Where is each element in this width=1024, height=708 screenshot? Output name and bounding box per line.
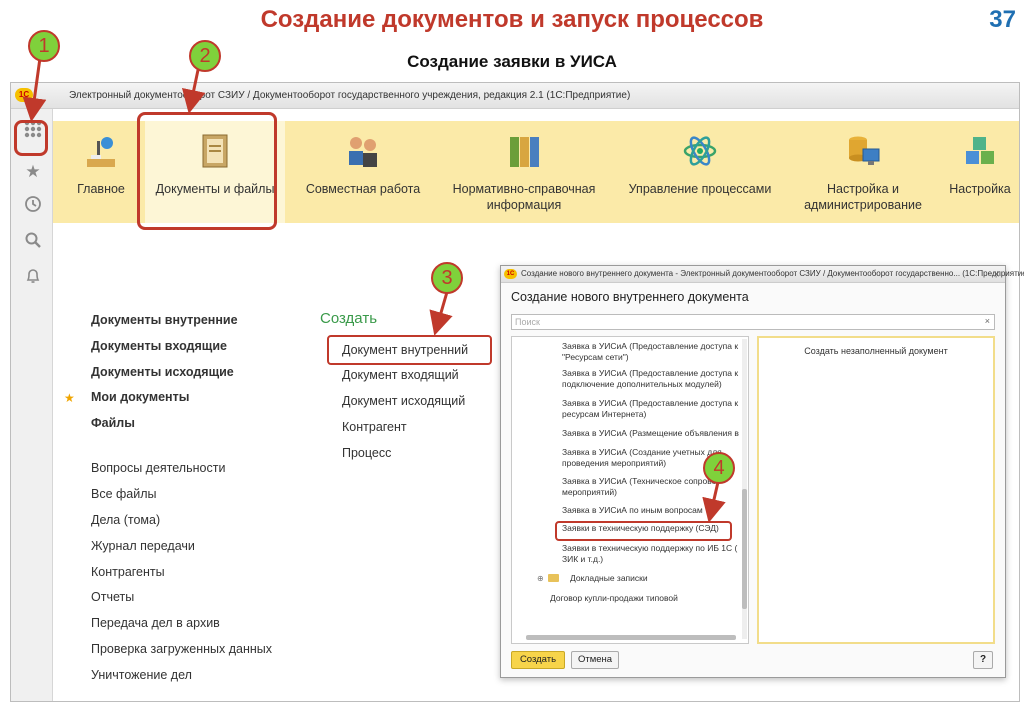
nav-link[interactable]: Проверка загруженных данных — [91, 642, 272, 656]
close-icon[interactable]: × — [993, 267, 1000, 281]
preview-panel: Создать незаполненный документ — [757, 336, 995, 644]
1c-logo-icon: 1С — [15, 88, 33, 102]
1c-logo-icon: 1С — [504, 269, 517, 279]
list-item[interactable]: Заявки в техническую поддержку по ИБ 1С … — [562, 543, 747, 564]
section-label: Главное — [77, 182, 125, 196]
search-icon[interactable] — [20, 231, 46, 257]
nav-link-files[interactable]: Файлы — [91, 416, 135, 430]
create-heading: Создать — [320, 310, 378, 327]
nav-link[interactable]: Все файлы — [91, 487, 157, 501]
step-badge-2: 2 — [189, 40, 221, 72]
database-monitor-icon — [845, 131, 881, 171]
preview-text: Создать незаполненный документ — [804, 346, 948, 356]
step-badge-3: 3 — [431, 262, 463, 294]
create-internal-doc-link[interactable]: Документ внутренний — [342, 343, 468, 357]
section-label: Документы и файлы — [155, 182, 275, 196]
nav-link[interactable]: Уничтожение дел — [91, 668, 192, 682]
cancel-button[interactable]: Отмена — [571, 651, 619, 669]
new-document-dialog: 1С Создание нового внутреннего документа… — [500, 265, 1024, 678]
folder-item[interactable]: Докладные записки — [570, 573, 748, 584]
star-icon[interactable]: ★ — [20, 159, 46, 185]
section-home[interactable]: Главное — [61, 121, 141, 223]
page-number: 37 — [989, 6, 1016, 33]
horizontal-scrollbar[interactable] — [526, 635, 736, 640]
section-collaboration[interactable]: Совместная работа — [295, 121, 431, 223]
nav-link[interactable]: Вопросы деятельности — [91, 461, 225, 475]
window-title: Электронный документооборот СЗИУ / Докум… — [69, 90, 631, 101]
section-label: Настройка и администрирование — [804, 182, 922, 212]
section-label: Совместная работа — [305, 182, 421, 196]
dialog-title: Создание нового внутреннего документа - … — [521, 269, 1024, 278]
bell-icon[interactable] — [20, 267, 46, 293]
apps-grid-icon[interactable] — [20, 119, 46, 145]
create-button[interactable]: Создать — [511, 651, 565, 669]
search-input[interactable]: Поиск × — [511, 314, 995, 330]
clear-icon[interactable]: × — [985, 316, 990, 326]
nav-link-outgoing-docs[interactable]: Документы исходящие — [91, 365, 234, 379]
create-outgoing-doc-link[interactable]: Документ исходящий — [342, 394, 465, 408]
search-placeholder: Поиск — [515, 317, 540, 327]
folder-icon — [548, 574, 559, 582]
section-label: Управление процессами — [628, 182, 772, 196]
window-titlebar: 1С Электронный документооборот СЗИУ / До… — [11, 83, 1019, 109]
process-atom-icon — [682, 131, 718, 171]
list-item[interactable]: Заявка в УИСиА (Предоставление доступа к… — [562, 368, 747, 389]
history-icon[interactable] — [20, 195, 46, 221]
section-label: Нормативно-справочная информация — [452, 182, 596, 212]
list-item-selected[interactable]: Заявки в техническую поддержку (СЭД) — [562, 523, 747, 534]
slide-title: Создание документов и запуск процессов — [260, 6, 764, 33]
create-process-link[interactable]: Процесс — [342, 446, 391, 460]
left-toolbar: ★ — [11, 109, 53, 701]
list-item[interactable]: Заявка в УИСиА (Размещение объявления в — [562, 428, 747, 439]
list-item[interactable]: Договор купли-продажи типовой — [550, 593, 735, 604]
slide-subtitle: Создание заявки в УИСА — [407, 52, 617, 71]
section-documents[interactable]: Документы и файлы — [145, 121, 285, 223]
nav-link-incoming-docs[interactable]: Документы входящие — [91, 339, 227, 353]
section-processes[interactable]: Управление процессами — [615, 121, 785, 223]
dialog-titlebar: 1С Создание нового внутреннего документа… — [501, 266, 1024, 283]
section-settings[interactable]: Настройка — [939, 121, 1019, 223]
scroll-thumb[interactable] — [742, 489, 747, 609]
nav-link[interactable]: Передача дел в архив — [91, 616, 220, 630]
sections-panel: Главное Документы и файлы Совместная раб… — [53, 121, 1019, 223]
nav-link[interactable]: Дела (тома) — [91, 513, 160, 527]
section-label: Настройка — [949, 182, 1011, 196]
vertical-scrollbar[interactable] — [742, 339, 747, 639]
list-item[interactable]: Заявка в УИСиА (Предоставление доступа к… — [562, 341, 747, 362]
create-incoming-doc-link[interactable]: Документ входящий — [342, 368, 459, 382]
people-icon — [345, 131, 381, 171]
nav-link[interactable]: Журнал передачи — [91, 539, 195, 553]
cubes-icon — [962, 131, 998, 171]
document-type-list: Заявка в УИСиА (Предоставление доступа к… — [511, 336, 749, 644]
list-item[interactable]: Заявка в УИСиА (Предоставление доступа к… — [562, 398, 747, 419]
folder-documents-icon — [197, 131, 233, 171]
expand-icon[interactable]: ⊕ — [537, 574, 544, 583]
section-administration[interactable]: Настройка и администрирование — [789, 121, 937, 223]
step-badge-1: 1 — [28, 30, 60, 62]
help-button[interactable]: ? — [973, 651, 993, 669]
nav-link[interactable]: Отчеты — [91, 590, 134, 604]
favorite-star-icon: ★ — [64, 391, 75, 405]
section-reference[interactable]: Нормативно-справочная информация — [437, 121, 611, 223]
dialog-heading: Создание нового внутреннего документа — [511, 290, 749, 304]
nav-link-internal-docs[interactable]: Документы внутренние — [91, 313, 238, 327]
binders-icon — [506, 131, 542, 171]
create-contractor-link[interactable]: Контрагент — [342, 420, 407, 434]
nav-link-my-docs[interactable]: Мои документы — [91, 390, 189, 404]
step-badge-4: 4 — [703, 452, 735, 484]
nav-link[interactable]: Контрагенты — [91, 565, 165, 579]
list-item[interactable]: Заявка в УИСиА по иным вопросам — [562, 505, 747, 516]
home-lamp-icon — [83, 131, 119, 171]
